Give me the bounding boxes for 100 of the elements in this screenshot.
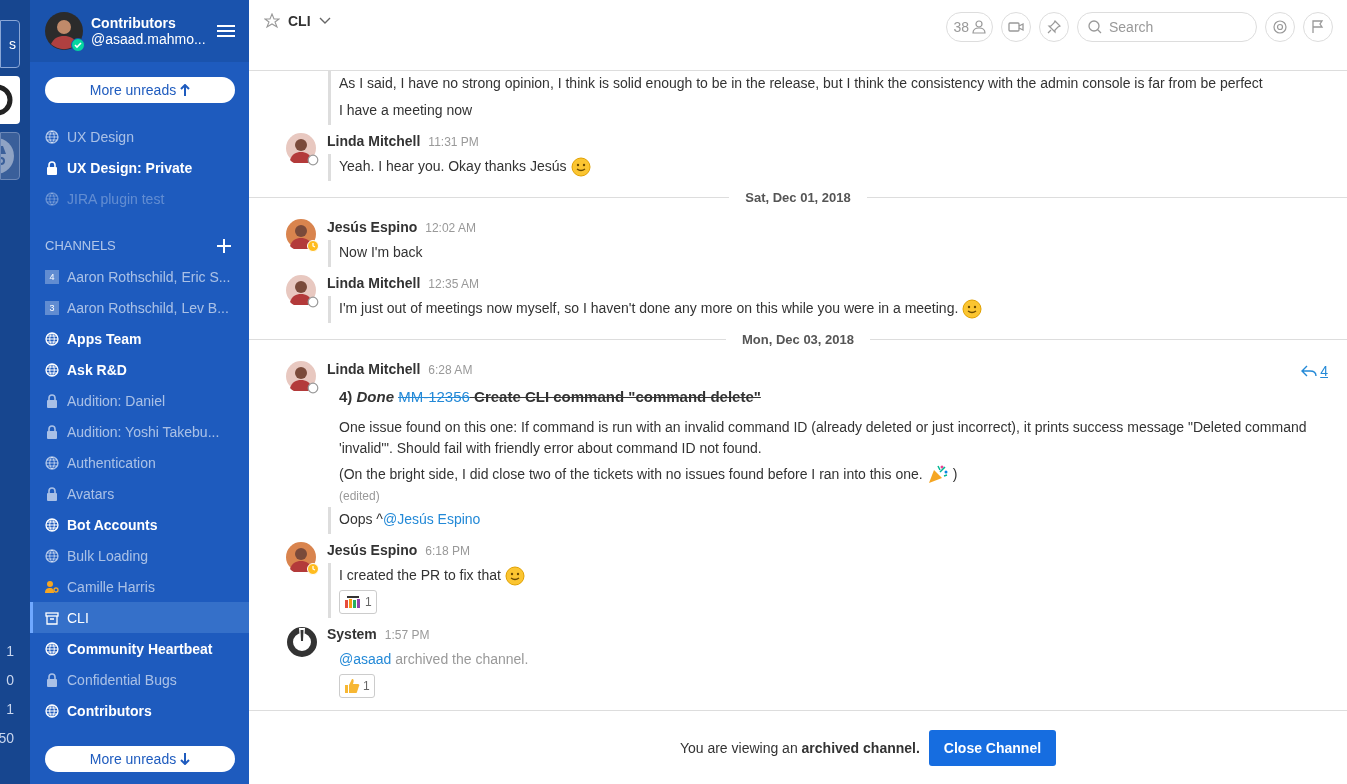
star-icon[interactable]: [264, 13, 280, 29]
message-text: (On the bright side, I did close two of the tickets with no issues found before I ran into this one.: [339, 464, 923, 484]
channel-item[interactable]: Ask R&D: [30, 354, 249, 385]
author-name[interactable]: Jesús Espino: [327, 542, 418, 558]
user-mention[interactable]: @Jesús Espino: [382, 511, 481, 527]
message-text: I'm just out of meetings now myself, so I haven't done any more on this while you were in a meeting.: [339, 299, 959, 318]
member-count-button[interactable]: 38: [946, 12, 993, 42]
channel-item[interactable]: Authentication: [30, 447, 249, 478]
menu-icon[interactable]: [217, 24, 235, 38]
globe-icon: [45, 641, 59, 656]
smiley-icon: [962, 298, 983, 319]
channel-name: Community Heartbeat: [67, 640, 213, 657]
reaction-button[interactable]: 1: [339, 674, 375, 698]
reply-count-link[interactable]: 4: [1301, 363, 1328, 379]
person-icon: [45, 579, 59, 594]
unread-count: 1: [6, 701, 14, 717]
channel-item[interactable]: Audition: Daniel: [30, 385, 249, 416]
channel-item[interactable]: Contributors: [30, 695, 249, 726]
author-name[interactable]: Linda Mitchell: [327, 361, 421, 377]
globe-icon: [45, 517, 59, 532]
date-separator: Mon, Dec 03, 2018: [742, 331, 854, 347]
avatar: [286, 542, 316, 572]
arrow-up-icon: [180, 84, 191, 96]
channel-name: Confidential Bugs: [67, 671, 177, 688]
channel-title[interactable]: CLI: [288, 13, 311, 29]
post-time[interactable]: 6:18 PM: [425, 544, 470, 558]
flagged-button[interactable]: [1303, 12, 1333, 42]
post-time[interactable]: 11:31 PM: [428, 135, 479, 149]
team-button[interactable]: [0, 76, 20, 124]
search-field[interactable]: Search: [1077, 12, 1257, 42]
more-unreads-button[interactable]: More unreads: [45, 77, 235, 103]
system-message: @asaad archived the channel.: [339, 650, 530, 669]
reaction-button[interactable]: 1: [339, 590, 377, 614]
globe-icon: [45, 191, 59, 206]
post-time[interactable]: 1:57 PM: [384, 628, 430, 642]
add-icon[interactable]: [217, 238, 231, 253]
message-text: One issue found on this one: If command is run with an invalid command ID (already deleted or just incorrect), it prints success message "Deleted command 'invalid'". Should fail with friendly error about command ID not found.: [339, 418, 1308, 458]
channel-name: Camille Harris: [67, 578, 155, 595]
team-button[interactable]: s: [0, 20, 20, 68]
reply-icon: [1301, 365, 1318, 377]
post-time[interactable]: 12:35 AM: [428, 277, 480, 291]
smiley-icon: [570, 156, 591, 177]
channel-item[interactable]: 3 Aaron Rothschild, Lev B...: [30, 292, 249, 323]
author-name[interactable]: Jesús Espino: [327, 219, 418, 235]
channel-item[interactable]: Bot Accounts: [30, 509, 249, 540]
channel-name: JIRA plugin test: [67, 190, 165, 207]
globe-icon: [45, 455, 59, 470]
channel-name: Aaron Rothschild, Eric S...: [67, 268, 231, 285]
ticket-link[interactable]: MM-12356: [398, 388, 470, 405]
close-channel-button[interactable]: Close Channel: [928, 729, 1057, 766]
author-name[interactable]: Linda Mitchell: [327, 133, 421, 149]
channel-item[interactable]: Camille Harris: [30, 571, 249, 602]
more-unreads-button[interactable]: More unreads: [45, 746, 235, 772]
lock-icon: [45, 393, 59, 408]
thumbs-up-icon: [344, 678, 360, 694]
channel-item[interactable]: Community Heartbeat: [30, 633, 249, 664]
message-text: I have a meeting now: [339, 101, 474, 120]
user-mention[interactable]: @asaad: [339, 651, 392, 667]
channel-name: Aaron Rothschild, Lev B...: [67, 299, 229, 316]
lock-icon: [45, 486, 59, 501]
author-name[interactable]: System: [327, 626, 377, 642]
channel-item[interactable]: Apps Team: [30, 323, 249, 354]
channel-name: Bulk Loading: [67, 547, 148, 564]
channel-name: Avatars: [67, 485, 115, 502]
pin-icon: [1047, 20, 1061, 34]
video-icon: [1008, 21, 1024, 33]
chevron-down-icon[interactable]: [318, 17, 331, 25]
channel-name: UX Design: [67, 128, 134, 145]
lock-icon: [45, 160, 59, 175]
avatar: [286, 361, 316, 391]
team-emoji-icon: [344, 595, 362, 609]
message-text: ): [952, 464, 958, 484]
author-name[interactable]: Linda Mitchell: [327, 275, 421, 291]
channel-item[interactable]: UX Design: Private: [30, 152, 249, 183]
section-heading: CHANNELS: [45, 238, 116, 253]
channel-item[interactable]: Confidential Bugs: [30, 664, 249, 695]
video-call-button[interactable]: [1001, 12, 1031, 42]
globe-icon: [45, 703, 59, 718]
message-text: Yeah. I hear you. Okay thanks Jesús: [339, 157, 567, 176]
post-time[interactable]: 12:02 AM: [425, 221, 476, 235]
channel-item[interactable]: Bulk Loading: [30, 540, 249, 571]
channel-item[interactable]: CLI: [30, 602, 249, 633]
channel-item[interactable]: Avatars: [30, 478, 249, 509]
avatar: [286, 219, 316, 249]
channel-item[interactable]: 4 Aaron Rothschild, Eric S...: [30, 261, 249, 292]
channel-item[interactable]: Audition: Yoshi Takebu...: [30, 416, 249, 447]
channel-name: Audition: Yoshi Takebu...: [67, 423, 220, 440]
team-name: Contributors: [91, 15, 177, 31]
post-time[interactable]: 6:28 AM: [428, 363, 473, 377]
channel-name: CLI: [67, 609, 89, 626]
channel-item[interactable]: UX Design: [30, 121, 249, 152]
avatar: [286, 275, 316, 305]
user-avatar: [45, 12, 83, 50]
person-icon: [972, 20, 986, 34]
flag-icon: [1311, 20, 1325, 34]
pinned-button[interactable]: [1039, 12, 1069, 42]
channel-name: Authentication: [67, 454, 156, 471]
lock-icon: [45, 672, 59, 687]
system-logo-icon: [286, 626, 318, 658]
mentions-button[interactable]: [1265, 12, 1295, 42]
